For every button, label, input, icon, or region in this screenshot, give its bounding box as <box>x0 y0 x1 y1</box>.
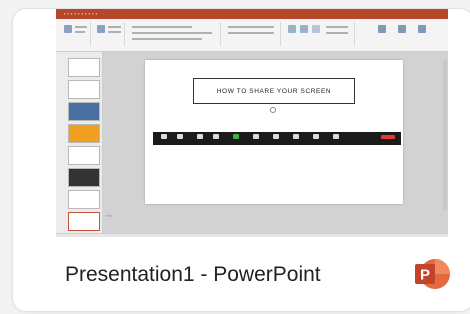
slide-thumbnail[interactable] <box>68 58 100 77</box>
slide-thumbnail-selected[interactable] <box>68 212 100 231</box>
find-icon <box>378 25 386 33</box>
powerpoint-letter: P <box>420 267 430 284</box>
ribbon-group-slides <box>94 22 125 46</box>
window-title: Presentation1 - PowerPoint <box>65 263 321 286</box>
slide-canvas[interactable]: HOW TO SHARE YOUR SCREEN <box>145 60 403 204</box>
replace-icon <box>398 25 406 33</box>
notes-placeholder: ▪ ▪ ▪ <box>106 214 112 218</box>
ribbon-group-clipboard <box>60 22 91 46</box>
ribbon-tabs: ▪ ▪ ▪ ▪ ▪ ▪ ▪ ▪ ▪ ▪ <box>64 11 98 16</box>
rotate-handle-icon <box>270 107 276 113</box>
powerpoint-icon: P <box>411 254 451 294</box>
ribbon <box>56 19 448 52</box>
remote-control-icon <box>293 134 299 139</box>
pause-share-icon <box>253 134 259 139</box>
screen-share-toolbar <box>153 132 401 145</box>
ribbon-line <box>108 26 121 28</box>
ribbon-line <box>132 32 212 34</box>
ribbon-line <box>326 26 348 28</box>
new-share-icon <box>233 134 239 139</box>
slide-editor: HOW TO SHARE YOUR SCREEN ▪ ▪ ▪ <box>103 52 448 233</box>
annotate-icon <box>273 134 279 139</box>
video-icon <box>177 134 183 139</box>
window-preview-card[interactable]: ▪ ▪ ▪ ▪ ▪ ▪ ▪ ▪ ▪ ▪ HOW TO SHARE YOUR SC… <box>12 8 470 312</box>
slide-title[interactable]: HOW TO SHARE YOUR SCREEN <box>193 78 355 104</box>
chat-icon <box>313 134 319 139</box>
participants-icon <box>213 134 219 139</box>
slide-thumbnail[interactable] <box>68 102 100 121</box>
ribbon-group-font <box>128 22 221 46</box>
quick-styles-icon <box>312 25 320 33</box>
new-slide-icon <box>97 25 105 33</box>
paste-icon <box>64 25 72 33</box>
ribbon-line <box>228 32 274 34</box>
ribbon-group-editing <box>358 22 442 46</box>
ribbon-line <box>75 26 87 28</box>
more-icon <box>333 134 339 139</box>
arrange-icon <box>300 25 308 33</box>
slides-pane <box>56 52 103 233</box>
stop-share-icon <box>381 135 395 139</box>
ribbon-line <box>75 31 85 33</box>
slide-thumbnail[interactable] <box>68 190 100 209</box>
shapes-icon <box>288 25 296 33</box>
ribbon-line <box>326 32 348 34</box>
window-thumbnail[interactable]: ▪ ▪ ▪ ▪ ▪ ▪ ▪ ▪ ▪ ▪ HOW TO SHARE YOUR SC… <box>56 9 448 237</box>
ribbon-line <box>228 26 274 28</box>
ribbon-group-paragraph <box>224 22 281 46</box>
title-bar: ▪ ▪ ▪ ▪ ▪ ▪ ▪ ▪ ▪ ▪ <box>56 9 448 19</box>
security-icon <box>197 134 203 139</box>
editor-scrollbar <box>443 60 447 210</box>
slide-thumbnail[interactable] <box>68 168 100 187</box>
status-bar <box>56 233 448 237</box>
ribbon-group-drawing <box>284 22 355 46</box>
slide-thumbnail[interactable] <box>68 80 100 99</box>
ribbon-line <box>132 26 192 28</box>
ribbon-line <box>132 38 202 40</box>
slide-thumbnail[interactable] <box>68 124 100 143</box>
slide-thumbnail[interactable] <box>68 146 100 165</box>
ribbon-line <box>108 31 121 33</box>
select-icon <box>418 25 426 33</box>
mute-icon <box>161 134 167 139</box>
